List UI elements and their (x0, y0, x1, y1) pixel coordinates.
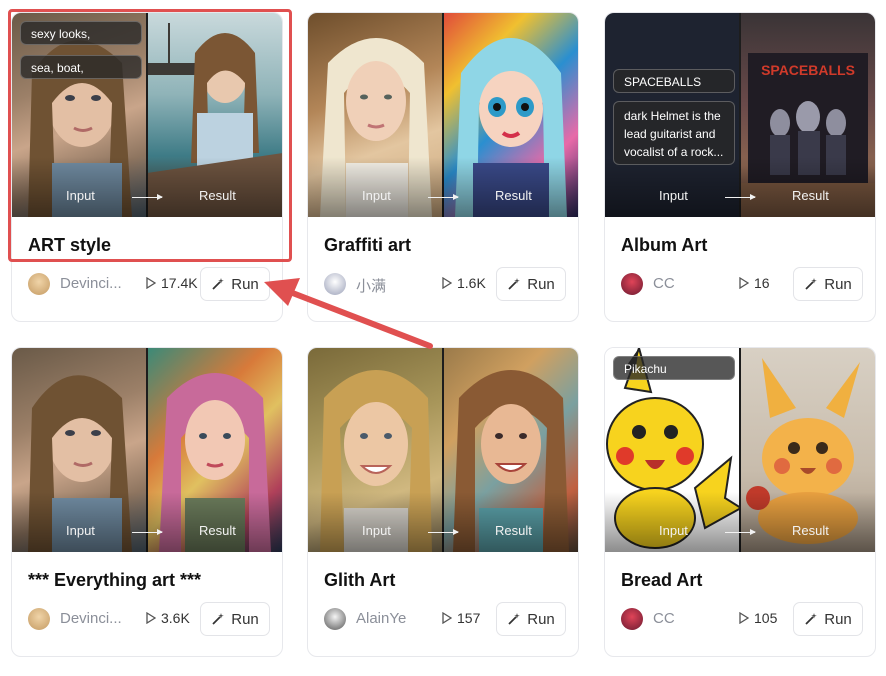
result-label: Result (792, 523, 829, 538)
prompt-tag: sea, boat, (20, 55, 142, 79)
card-title[interactable]: Graffiti art (324, 235, 411, 256)
avatar[interactable] (324, 273, 346, 295)
arrow-right-icon (132, 529, 163, 535)
card-meta: 小满 1.6K Run (324, 267, 566, 301)
result-label: Result (792, 188, 829, 203)
card-title[interactable]: Album Art (621, 235, 707, 256)
magic-wand-icon (508, 613, 521, 625)
card-thumbnail: Input Result (12, 348, 282, 552)
arrow-right-icon (428, 529, 459, 535)
card-meta: CC 16 Run (621, 267, 863, 301)
template-card-everything-art[interactable]: Input Result *** Everything art *** Devi… (11, 347, 283, 657)
card-thumbnail: Input Result Pikachu (605, 348, 875, 552)
run-button[interactable]: Run (200, 267, 270, 301)
magic-wand-icon (508, 278, 521, 290)
card-meta: Devinci... 17.4K Run (28, 267, 270, 301)
result-label: Result (199, 523, 236, 538)
prompt-tag: SPACEBALLS (613, 69, 735, 93)
card-meta: Devinci... 3.6K Run (28, 602, 270, 636)
play-icon (146, 276, 157, 290)
input-label: Input (659, 523, 688, 538)
magic-wand-icon (212, 613, 225, 625)
prompt-tag: Pikachu (613, 356, 735, 380)
play-icon (739, 276, 750, 290)
template-card-graffiti-art[interactable]: Input Result Graffiti art 小满 1.6K Run (307, 12, 579, 322)
template-card-album-art[interactable]: SPACEBALLS Input Result SPACEBALLS dark … (604, 12, 876, 322)
arrow-right-icon (725, 194, 756, 200)
card-title[interactable]: Bread Art (621, 570, 702, 591)
run-button[interactable]: Run (496, 602, 566, 636)
template-card-art-style[interactable]: Input Result sexy looks, sea, boat, ART … (11, 12, 283, 322)
avatar[interactable] (28, 273, 50, 295)
play-count: 157 (442, 610, 480, 626)
result-label: Result (495, 523, 532, 538)
arrow-right-icon (725, 529, 756, 535)
prompt-tag: sexy looks, (20, 21, 142, 45)
card-title[interactable]: ART style (28, 235, 111, 256)
play-icon (739, 611, 750, 625)
album-title-art: SPACEBALLS (761, 62, 855, 78)
author-name[interactable]: CC (653, 610, 723, 627)
play-count: 3.6K (146, 610, 190, 626)
prompt-tag: dark Helmet is the lead guitarist and vo… (613, 101, 735, 165)
template-card-bread-art[interactable]: Input Result Pikachu Bread Art CC 105 Ru… (604, 347, 876, 657)
magic-wand-icon (805, 278, 818, 290)
avatar[interactable] (621, 273, 643, 295)
author-name[interactable]: 小满 (356, 275, 426, 296)
template-card-glith-art[interactable]: Input Result Glith Art AlainYe 157 Run (307, 347, 579, 657)
author-name[interactable]: Devinci... (60, 275, 130, 292)
card-thumbnail: SPACEBALLS Input Result SPACEBALLS dark … (605, 13, 875, 217)
card-meta: AlainYe 157 Run (324, 602, 566, 636)
run-button[interactable]: Run (200, 602, 270, 636)
author-name[interactable]: AlainYe (356, 610, 426, 627)
avatar[interactable] (28, 608, 50, 630)
arrow-right-icon (428, 194, 459, 200)
result-label: Result (495, 188, 532, 203)
input-label: Input (659, 188, 688, 203)
author-name[interactable]: Devinci... (60, 610, 130, 627)
card-title[interactable]: Glith Art (324, 570, 395, 591)
input-label: Input (362, 188, 391, 203)
card-meta: CC 105 Run (621, 602, 863, 636)
result-label: Result (199, 188, 236, 203)
author-name[interactable]: CC (653, 275, 723, 292)
magic-wand-icon (805, 613, 818, 625)
input-label: Input (66, 188, 95, 203)
run-button[interactable]: Run (793, 267, 863, 301)
input-label: Input (362, 523, 391, 538)
card-thumbnail: Input Result sexy looks, sea, boat, (12, 13, 282, 217)
input-label: Input (66, 523, 95, 538)
run-button[interactable]: Run (793, 602, 863, 636)
card-thumbnail: Input Result (308, 348, 578, 552)
play-count: 105 (739, 610, 777, 626)
play-count: 1.6K (442, 275, 486, 291)
avatar[interactable] (324, 608, 346, 630)
run-button[interactable]: Run (496, 267, 566, 301)
magic-wand-icon (212, 278, 225, 290)
play-count: 17.4K (146, 275, 198, 291)
play-icon (442, 611, 453, 625)
play-icon (442, 276, 453, 290)
play-icon (146, 611, 157, 625)
card-title[interactable]: *** Everything art *** (28, 570, 201, 591)
arrow-right-icon (132, 194, 163, 200)
card-thumbnail: Input Result (308, 13, 578, 217)
play-count: 16 (739, 275, 770, 291)
avatar[interactable] (621, 608, 643, 630)
